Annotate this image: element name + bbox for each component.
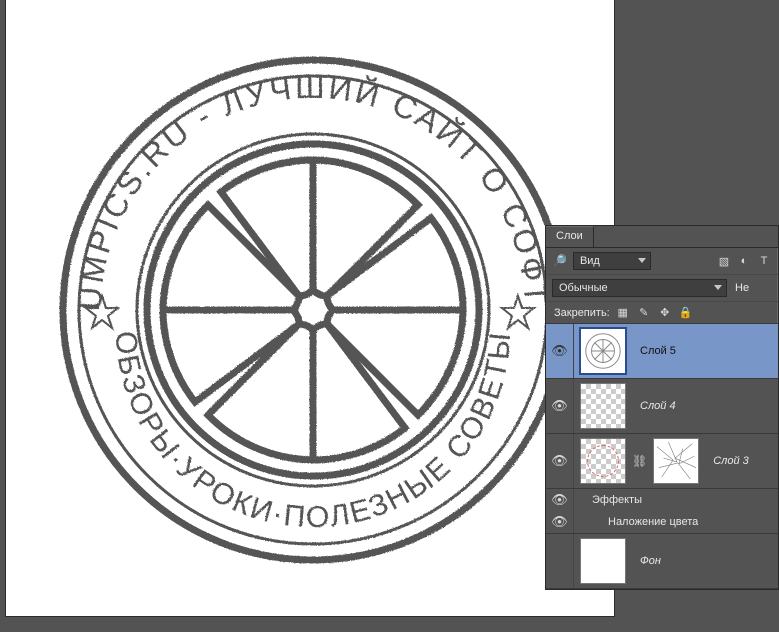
layer-row-3[interactable]: 👁 ⛓ Слой 3 [546,434,778,489]
layer-name[interactable]: Слой 5 [632,345,676,357]
stamp-artwork: LUMPICS.RU - ЛУЧШИЙ САЙТ О СОФТЕ ОБЗОРЫ·… [6,0,614,616]
layers-panel: Слои 🔎 Вид ▧ ◐ T Обычные Не Закрепить: ▦… [545,225,779,590]
filter-row: 🔎 Вид ▧ ◐ T [546,248,778,275]
document-canvas[interactable]: LUMPICS.RU - ЛУЧШИЙ САЙТ О СОФТЕ ОБЗОРЫ·… [6,0,614,616]
lock-all-icon[interactable]: 🔒 [679,306,693,319]
filter-adjust-icon[interactable]: ◐ [736,253,752,269]
filter-type-icon[interactable]: T [756,253,772,269]
link-icon[interactable]: ⛓ [630,454,649,468]
layer-effects-group: 👁 Эффекты 👁 Наложение цвета [546,489,778,534]
effect-color-overlay-row[interactable]: 👁 Наложение цвета [546,511,778,533]
visibility-toggle[interactable]: 👁 [551,453,568,469]
visibility-toggle[interactable]: 👁 [551,514,568,530]
lock-row: Закрепить: ▦ ✎ ✥ 🔒 [546,302,778,324]
search-icon: 🔎 [552,254,567,268]
mask-thumb[interactable] [653,438,699,484]
visibility-toggle[interactable]: 👁 [551,492,568,508]
layer-row-bg[interactable]: Фон [546,534,778,589]
blend-mode-dropdown[interactable]: Обычные [552,279,727,297]
layer-thumb[interactable] [580,538,626,584]
effects-label: Эффекты [574,494,642,506]
lock-label: Закрепить: [554,307,610,319]
layer-row-4[interactable]: 👁 Слой 4 [546,379,778,434]
layer-row-5[interactable]: 👁 Слой 5 [546,324,778,379]
panel-tabs: Слои [546,226,778,248]
filter-dropdown[interactable]: Вид [573,252,651,270]
visibility-toggle[interactable]: 👁 [551,398,568,414]
layer-thumb[interactable] [580,328,626,374]
lock-position-icon[interactable]: ✥ [658,306,672,319]
layer-name[interactable]: Слой 4 [632,400,676,412]
lock-paint-icon[interactable]: ✎ [637,306,651,319]
blend-row: Обычные Не [546,275,778,302]
layer-thumb[interactable] [580,438,626,484]
layer-thumb[interactable] [580,383,626,429]
tab-layers[interactable]: Слои [546,226,594,247]
effect-label: Наложение цвета [574,516,698,528]
filter-label: Вид [580,255,600,267]
lock-transparency-icon[interactable]: ▦ [616,306,630,319]
effects-row[interactable]: 👁 Эффекты [546,489,778,511]
filter-image-icon[interactable]: ▧ [716,253,732,269]
layer-name[interactable]: Фон [632,555,661,567]
canvas-area: LUMPICS.RU - ЛУЧШИЙ САЙТ О СОФТЕ ОБЗОРЫ·… [0,0,616,632]
opacity-label: Не [735,282,749,294]
blend-mode-value: Обычные [559,282,608,294]
visibility-toggle[interactable]: 👁 [551,343,568,359]
layer-name[interactable]: Слой 3 [705,455,749,467]
layer-list: 👁 Слой 5 👁 Слой 4 👁 [546,324,778,589]
